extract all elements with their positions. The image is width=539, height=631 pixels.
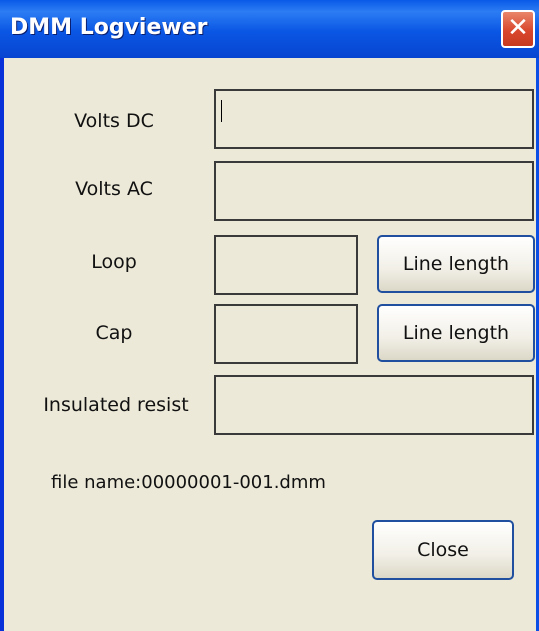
dmm-logviewer-window: DMM Logviewer ✕ Volts DC Volts AC Loop L… [0,0,539,631]
file-name-text: file name:00000001-001.dmm [51,472,326,493]
loop-field[interactable] [214,235,358,295]
title-bar[interactable]: DMM Logviewer ✕ [0,0,539,58]
cap-field[interactable] [214,304,358,364]
volts-ac-field[interactable] [214,161,534,221]
close-button[interactable]: Close [372,520,514,580]
text-caret [221,100,222,122]
cap-line-length-button[interactable]: Line length [377,304,535,362]
volts-dc-field[interactable] [214,89,534,149]
loop-line-length-button[interactable]: Line length [377,235,535,293]
cap-label: Cap [95,322,133,344]
volts-ac-label: Volts AC [75,178,153,200]
volts-dc-label: Volts DC [74,110,154,132]
insulated-resist-label: Insulated resist [43,394,189,416]
window-title: DMM Logviewer [10,15,208,40]
insulated-resist-field[interactable] [214,375,534,435]
window-close-icon[interactable]: ✕ [501,10,535,48]
loop-label: Loop [91,251,137,273]
